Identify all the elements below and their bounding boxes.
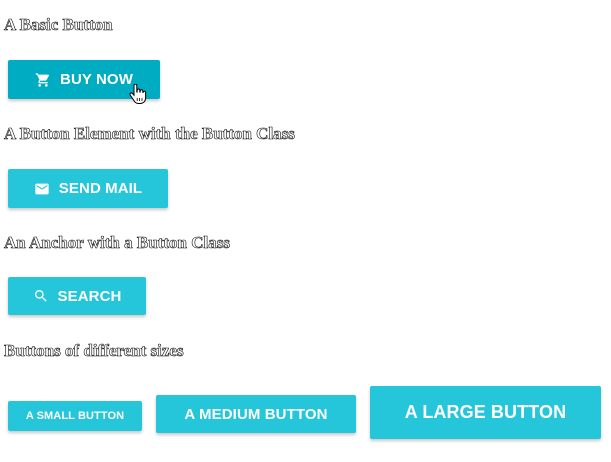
medium-button-label: A MEDIUM BUTTON	[184, 405, 328, 423]
send-mail-label: SEND MAIL	[58, 180, 143, 197]
small-button[interactable]: A SMALL BUTTON	[8, 401, 142, 431]
section-heading-basic: A Basic Button	[4, 15, 113, 35]
small-button-label: A SMALL BUTTON	[25, 410, 125, 422]
section-heading-sizes: Buttons of different sizes	[4, 341, 184, 361]
shopping-cart-icon	[35, 72, 51, 88]
buy-now-button[interactable]: BUY NOW	[8, 60, 160, 99]
envelope-icon	[34, 181, 50, 197]
large-button-label: A LARGE BUTTON	[404, 402, 567, 422]
medium-button[interactable]: A MEDIUM BUTTON	[156, 395, 356, 433]
section-heading-button-element: A Button Element with the Button Class	[4, 124, 296, 144]
section-heading-anchor: An Anchor with a Button Class	[4, 233, 231, 253]
buy-now-label: BUY NOW	[60, 71, 133, 88]
search-label: SEARCH	[57, 287, 122, 305]
search-icon	[33, 288, 49, 304]
search-button[interactable]: SEARCH	[8, 277, 146, 315]
large-button[interactable]: A LARGE BUTTON	[370, 386, 601, 439]
send-mail-button[interactable]: SEND MAIL	[8, 169, 168, 208]
